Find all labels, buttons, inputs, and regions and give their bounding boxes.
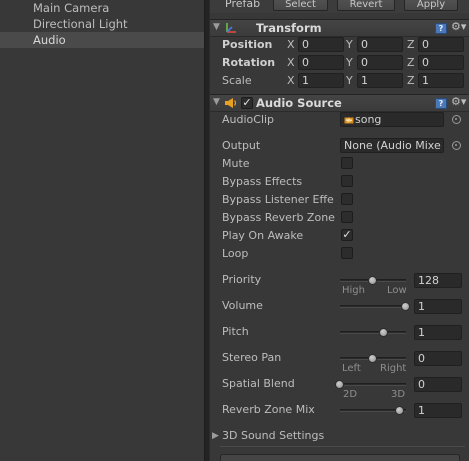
audio-clip-label: AudioClip <box>222 113 275 126</box>
rotation-x-field[interactable]: 0 <box>298 55 344 70</box>
position-y-axis: Y <box>346 38 353 51</box>
output-picker-icon[interactable] <box>452 141 461 150</box>
sound-settings-foldout-icon[interactable]: ▶ <box>212 431 219 441</box>
scale-z-axis: Z <box>407 74 415 87</box>
hierarchy-item-audio[interactable]: Audio <box>0 32 204 48</box>
spatial-blend-slider-track[interactable] <box>335 380 406 389</box>
play-on-awake-label: Play On Awake <box>222 229 304 242</box>
audio-file-icon <box>344 114 354 127</box>
speaker-icon <box>224 97 238 112</box>
mute-checkbox[interactable] <box>341 157 353 169</box>
bypass-effects-label: Bypass Effects <box>222 175 303 188</box>
volume-slider-track[interactable] <box>340 302 410 311</box>
play-on-awake-checkbox[interactable]: ✓ <box>341 229 353 241</box>
transform-foldout-icon[interactable]: ▼ <box>213 22 220 32</box>
rotation-z-field[interactable]: 0 <box>418 55 464 70</box>
mute-label: Mute <box>222 157 250 170</box>
volume-slider-thumb[interactable] <box>401 302 410 311</box>
prefab-label: Prefab <box>225 0 261 10</box>
audio-clip-picker-icon[interactable] <box>452 115 461 124</box>
scale-x-axis: X <box>287 74 295 87</box>
transform-header[interactable]: ▼ Transform ? ⚙▾ <box>210 19 469 37</box>
loop-label: Loop <box>222 247 249 260</box>
scale-label: Scale <box>222 74 252 87</box>
stereo-pan-slider-thumb[interactable] <box>368 354 377 363</box>
reverb-zone-mix-field[interactable]: 1 <box>414 403 462 418</box>
prefab-apply-button[interactable]: Apply <box>404 0 458 11</box>
stereo-pan-field[interactable]: 0 <box>414 351 462 366</box>
stereo-pan-min-label: Left <box>342 363 361 374</box>
hierarchy-item-main-camera[interactable]: Main Camera <box>0 0 204 16</box>
scale-y-axis: Y <box>346 74 353 87</box>
priority-slider-thumb[interactable] <box>368 276 377 285</box>
transform-icon <box>224 21 238 38</box>
prefab-revert-button[interactable]: Revert <box>337 0 395 11</box>
spatial-blend-slider-thumb[interactable] <box>335 380 344 389</box>
output-field[interactable]: None (Audio Mixe <box>340 138 444 153</box>
reverb-zone-mix-slider-track[interactable] <box>340 406 406 415</box>
audio-clip-value: song <box>355 113 382 126</box>
position-z-axis: Z <box>407 38 415 51</box>
sound-settings-divider <box>220 446 465 447</box>
loop-checkbox[interactable] <box>341 247 353 259</box>
audio-source-help-icon[interactable]: ? <box>435 98 447 109</box>
audio-source-gear-icon[interactable]: ⚙▾ <box>451 95 466 108</box>
volume-field[interactable]: 1 <box>414 299 462 314</box>
stereo-pan-max-label: Right <box>380 363 407 374</box>
bypass-reverb-zones-checkbox[interactable] <box>341 211 353 223</box>
add-component-button[interactable] <box>220 454 460 461</box>
pitch-slider-track[interactable] <box>340 328 406 337</box>
hierarchy-item-directional-light[interactable]: Directional Light <box>0 16 204 32</box>
audio-source-title: Audio Source <box>256 96 342 110</box>
bypass-listener-effects-label: Bypass Listener Effe <box>222 193 334 206</box>
sound-settings-label[interactable]: 3D Sound Settings <box>222 429 324 442</box>
pitch-slider-thumb[interactable] <box>379 328 389 337</box>
bypass-listener-effects-checkbox[interactable] <box>341 193 353 205</box>
rotation-z-axis: Z <box>407 56 415 69</box>
scale-z-field[interactable]: 1 <box>418 73 464 88</box>
transform-gear-icon[interactable]: ⚙▾ <box>451 20 466 33</box>
stereo-pan-label: Stereo Pan <box>222 351 282 364</box>
spatial-blend-label: Spatial Blend <box>222 377 295 390</box>
scale-x-field[interactable]: 1 <box>298 73 344 88</box>
rotation-label: Rotation <box>222 56 276 69</box>
priority-field[interactable]: 128 <box>414 273 462 288</box>
prefab-bar: Prefab Select Revert Apply <box>210 0 469 13</box>
output-label: Output <box>222 139 261 152</box>
reverb-zone-mix-label: Reverb Zone Mix <box>222 403 315 416</box>
rotation-x-axis: X <box>287 56 295 69</box>
scale-y-field[interactable]: 1 <box>357 73 403 88</box>
transform-help-icon[interactable]: ? <box>435 23 447 34</box>
position-z-field[interactable]: 0 <box>418 37 464 52</box>
priority-min-label: High <box>342 285 365 296</box>
audio-source-header[interactable]: ▼ ✓ Audio Source ? ⚙▾ <box>210 94 469 112</box>
position-label: Position <box>222 38 273 51</box>
pitch-field[interactable]: 1 <box>414 325 462 340</box>
position-x-field[interactable]: 0 <box>298 37 344 52</box>
priority-slider-track[interactable] <box>340 276 406 285</box>
position-x-axis: X <box>287 38 295 51</box>
hierarchy-panel: Main Camera Directional Light Audio <box>0 0 204 461</box>
stereo-pan-slider-track[interactable] <box>340 354 406 363</box>
volume-label: Volume <box>222 299 263 312</box>
pitch-label: Pitch <box>222 325 249 338</box>
inspector-panel: Prefab Select Revert Apply ▼ Transform ?… <box>210 0 469 461</box>
rotation-y-field[interactable]: 0 <box>357 55 403 70</box>
spatial-blend-max-label: 3D <box>391 389 406 400</box>
audio-clip-field[interactable]: song <box>340 112 444 127</box>
priority-label: Priority <box>222 273 262 286</box>
spatial-blend-field[interactable]: 0 <box>414 377 462 392</box>
bypass-reverb-zones-label: Bypass Reverb Zone <box>222 211 335 224</box>
spatial-blend-min-label: 2D <box>343 389 358 400</box>
rotation-y-axis: Y <box>346 56 353 69</box>
audio-source-enabled-checkbox[interactable]: ✓ <box>241 97 253 109</box>
bypass-effects-checkbox[interactable] <box>341 175 353 187</box>
prefab-select-button[interactable]: Select <box>273 0 328 11</box>
audio-source-foldout-icon[interactable]: ▼ <box>213 97 220 107</box>
position-y-field[interactable]: 0 <box>357 37 403 52</box>
reverb-zone-mix-slider-thumb[interactable] <box>395 406 405 415</box>
transform-title: Transform <box>256 21 322 35</box>
priority-max-label: Low <box>387 285 407 296</box>
